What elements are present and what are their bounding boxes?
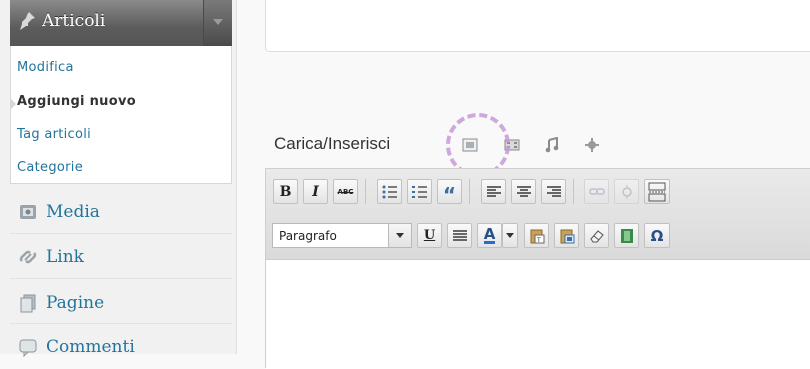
format-select-dropdown[interactable] [388,224,411,247]
strikethrough-button[interactable]: ABC [333,179,358,204]
post-editor: B I ABC “ Paragrafo U A T Ω [265,168,810,369]
sidebar-item-label: Link [46,247,84,267]
sidebar-item-pagine[interactable]: Pagine [10,283,232,323]
chevron-down-icon [506,233,514,238]
editor-content-area[interactable] [266,260,810,369]
align-left-icon [486,185,501,197]
editor-toolbar: B I ABC “ Paragrafo U A T Ω [266,169,810,260]
sidebar-border [236,0,237,354]
paste-text-button[interactable]: T [524,223,549,248]
link-icon [19,250,37,264]
upload-insert-label: Carica/Inserisci [274,134,391,153]
submenu-item-aggiungi-nuovo[interactable]: Aggiungi nuovo [17,94,136,109]
sidebar-item-commenti[interactable]: Commenti [10,327,232,367]
divider [10,233,232,234]
comments-icon [19,339,37,357]
toolbar-separator [469,179,470,204]
submenu-item-modifica[interactable]: Modifica [17,60,74,75]
paragraph-format-select[interactable]: Paragrafo [272,223,412,248]
add-media-icon[interactable] [584,137,600,153]
unlink-icon [621,184,632,199]
text-color-dropdown[interactable] [502,223,518,248]
insert-link-button[interactable] [584,179,609,204]
pages-icon [20,294,36,313]
submenu-item-tag-articoli[interactable]: Tag articoli [17,127,91,142]
sidebar-item-label: Pagine [46,293,105,313]
align-center-button[interactable] [511,179,536,204]
articoli-submenu: Modifica Aggiungi nuovo Tag articoli Cat… [10,46,232,184]
align-justify-icon [452,229,467,241]
justify-button[interactable] [447,223,472,248]
toolbar-separator [573,179,574,204]
sidebar-item-label: Media [46,202,100,222]
bold-button[interactable]: B [273,179,298,204]
align-left-button[interactable] [481,179,506,204]
align-right-button[interactable] [541,179,566,204]
admin-sidebar: Articoli Modifica Aggiungi nuovo Tag art… [0,0,236,357]
numbered-list-icon [411,185,427,198]
insert-more-button[interactable] [644,179,670,204]
special-character-button[interactable]: Ω [644,223,670,248]
chevron-down-icon [213,19,223,25]
submenu-item-categorie[interactable]: Categorie [17,160,83,175]
film-icon [620,228,633,243]
paste-word-button[interactable] [554,223,579,248]
toolbar-separator [365,179,366,204]
bullet-list-button[interactable] [377,179,402,204]
paste-text-icon: T [530,229,544,244]
eraser-icon [589,229,604,242]
media-icon [20,205,36,219]
current-item-arrow [10,98,16,110]
menu-articoli-header[interactable]: Articoli [10,0,232,46]
text-color-button[interactable]: A [477,223,502,248]
more-tag-icon [648,182,666,201]
align-right-icon [546,185,561,197]
sidebar-item-link[interactable]: Link [10,237,232,277]
chevron-down-icon [396,233,404,238]
divider [10,278,232,279]
menu-toggle-button[interactable] [203,0,232,46]
pushpin-icon [20,12,35,30]
link-icon [588,187,605,195]
numbered-list-button[interactable] [407,179,432,204]
sidebar-item-media[interactable]: Media [10,192,232,232]
remove-link-button[interactable] [614,179,639,204]
bullet-list-icon [382,185,397,198]
underline-button[interactable]: U [417,223,442,248]
remove-format-button[interactable] [584,223,609,248]
upload-insert-bar: Carica/Inserisci [274,133,794,159]
menu-articoli-label: Articoli [42,11,106,31]
format-select-value: Paragrafo [279,229,337,243]
insert-media-button[interactable] [614,223,639,248]
add-audio-icon[interactable] [544,137,560,153]
italic-button[interactable]: I [303,179,328,204]
align-center-icon [516,185,531,197]
post-title-input[interactable] [265,0,810,52]
paste-word-icon [560,229,574,243]
divider [10,323,232,324]
svg-text:T: T [536,237,541,244]
sidebar-item-label: Commenti [46,337,135,357]
blockquote-button[interactable]: “ [437,179,462,205]
